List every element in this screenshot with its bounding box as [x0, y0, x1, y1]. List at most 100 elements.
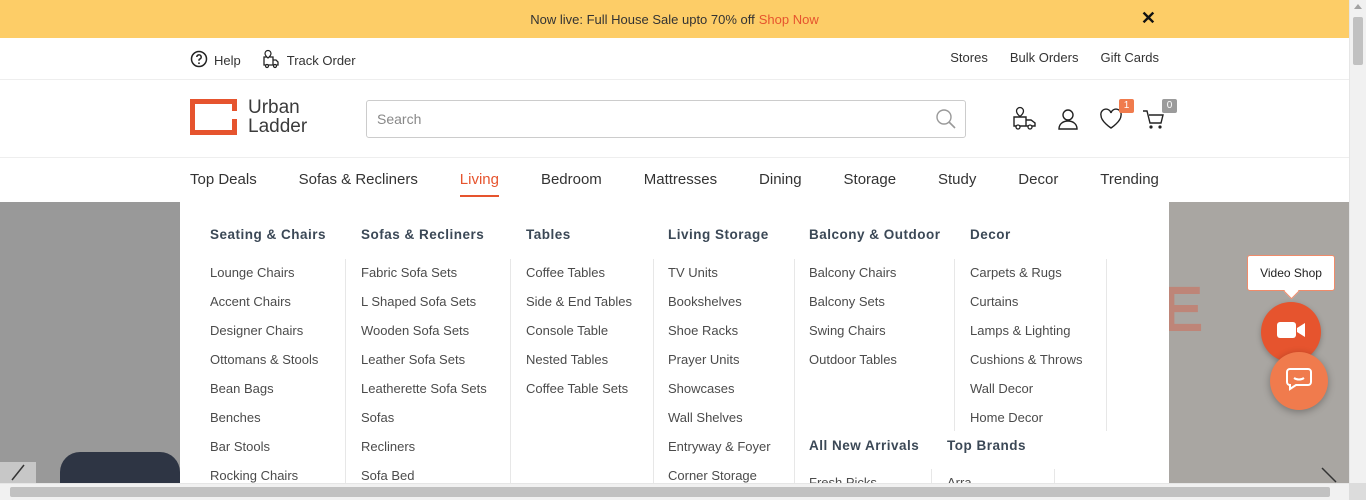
nav-decor[interactable]: Decor: [1018, 171, 1058, 197]
mega-link[interactable]: Arra: [947, 475, 972, 483]
site-header: Urban Ladder 1 0: [0, 80, 1349, 158]
urban-ladder-logo[interactable]: Urban Ladder: [190, 98, 307, 136]
chat-button[interactable]: [1270, 352, 1328, 410]
wishlist-count-badge: 1: [1119, 99, 1134, 113]
mega-link[interactable]: Cushions & Throws: [970, 352, 1082, 381]
shop-now-link[interactable]: Shop Now: [759, 12, 819, 27]
mega-link[interactable]: Entryway & Foyer: [668, 439, 771, 468]
user-icon[interactable]: [1055, 106, 1081, 132]
nav-dining[interactable]: Dining: [759, 171, 802, 197]
video-shop-tooltip[interactable]: Video Shop: [1247, 255, 1335, 291]
mega-link[interactable]: Wooden Sofa Sets: [361, 323, 487, 352]
search-input[interactable]: [367, 102, 907, 136]
mega-link[interactable]: L Shaped Sofa Sets: [361, 294, 487, 323]
mega-link[interactable]: Wall Shelves: [668, 410, 771, 439]
mega-link[interactable]: Rocking Chairs: [210, 468, 318, 483]
mega-heading-decor[interactable]: Decor: [970, 227, 1011, 242]
mega-link[interactable]: Ottomans & Stools: [210, 352, 318, 381]
chat-bubble-icon: [1286, 367, 1312, 396]
mega-link[interactable]: Showcases: [668, 381, 771, 410]
mega-link[interactable]: Swing Chairs: [809, 323, 897, 352]
nav-study[interactable]: Study: [938, 171, 976, 197]
mega-link[interactable]: Prayer Units: [668, 352, 771, 381]
mega-link[interactable]: Wall Decor: [970, 381, 1082, 410]
mega-divider: [510, 259, 511, 483]
mega-link[interactable]: Carpets & Rugs: [970, 265, 1082, 294]
track-order-icon: [261, 49, 281, 72]
mega-link[interactable]: Console Table: [526, 323, 632, 352]
mega-link[interactable]: Corner Storage: [668, 468, 771, 483]
mega-link[interactable]: Accent Chairs: [210, 294, 318, 323]
mega-divider: [794, 259, 795, 483]
nav-storage[interactable]: Storage: [844, 171, 897, 197]
carousel-prev-arrow-icon[interactable]: [0, 462, 36, 483]
mega-link[interactable]: Bookshelves: [668, 294, 771, 323]
mega-heading-tables[interactable]: Tables: [526, 227, 571, 242]
mega-link[interactable]: Nested Tables: [526, 352, 632, 381]
mega-heading-living-storage[interactable]: Living Storage: [668, 227, 769, 242]
logo-mark-icon: [190, 99, 238, 135]
utility-bar: Help Track Order Stores Bulk Orders Gift…: [0, 38, 1349, 80]
mega-divider: [1054, 469, 1055, 483]
mega-link[interactable]: Curtains: [970, 294, 1082, 323]
mega-link[interactable]: Leather Sofa Sets: [361, 352, 487, 381]
wishlist-heart-icon[interactable]: 1: [1098, 99, 1134, 132]
nav-bedroom[interactable]: Bedroom: [541, 171, 602, 197]
track-order-label: Track Order: [286, 53, 356, 68]
mega-link[interactable]: Bean Bags: [210, 381, 318, 410]
horizontal-scroll-thumb[interactable]: [10, 487, 1330, 497]
living-mega-menu: Seating & Chairs Lounge Chairs Accent Ch…: [180, 202, 1169, 483]
mega-heading-top-brands[interactable]: Top Brands: [947, 438, 1026, 453]
mega-link[interactable]: Balcony Chairs: [809, 265, 897, 294]
mega-divider: [931, 469, 932, 483]
nav-mattresses[interactable]: Mattresses: [644, 171, 717, 197]
help-icon: [190, 50, 208, 71]
delivery-truck-icon[interactable]: [1012, 106, 1038, 132]
mega-link[interactable]: Home Decor: [970, 410, 1082, 439]
help-link[interactable]: Help: [190, 50, 241, 71]
scroll-up-icon[interactable]: [1354, 4, 1362, 9]
mega-link[interactable]: Coffee Tables: [526, 265, 632, 294]
gift-cards-link[interactable]: Gift Cards: [1100, 50, 1159, 65]
stores-link[interactable]: Stores: [950, 50, 988, 65]
mega-divider: [345, 259, 346, 483]
mega-link[interactable]: Sofas: [361, 410, 487, 439]
mega-link[interactable]: Fresh Picks: [809, 475, 877, 483]
horizontal-scrollbar[interactable]: [0, 483, 1349, 500]
mega-link[interactable]: Sofa Bed: [361, 468, 487, 483]
mega-divider: [1106, 259, 1107, 431]
mega-link[interactable]: Lounge Chairs: [210, 265, 318, 294]
mega-heading-new-arrivals[interactable]: All New Arrivals: [809, 438, 919, 453]
mega-link[interactable]: Fabric Sofa Sets: [361, 265, 487, 294]
mega-heading-sofas[interactable]: Sofas & Recliners: [361, 227, 484, 242]
vertical-scroll-thumb[interactable]: [1353, 17, 1363, 65]
track-order-link[interactable]: Track Order: [261, 49, 356, 72]
mega-link[interactable]: Designer Chairs: [210, 323, 318, 352]
nav-sofas-recliners[interactable]: Sofas & Recliners: [299, 171, 418, 197]
mega-link[interactable]: Balcony Sets: [809, 294, 897, 323]
nav-living[interactable]: Living: [459, 171, 500, 197]
mega-link[interactable]: TV Units: [668, 265, 771, 294]
vertical-scrollbar[interactable]: [1349, 0, 1366, 500]
logo-line-2: Ladder: [248, 116, 308, 137]
nav-trending[interactable]: Trending: [1100, 171, 1159, 197]
mega-link[interactable]: Outdoor Tables: [809, 352, 897, 381]
mega-link[interactable]: Bar Stools: [210, 439, 318, 468]
close-icon[interactable]: ✕: [1141, 9, 1156, 27]
main-nav: Top Deals Sofas & Recliners Living Bedro…: [0, 158, 1349, 202]
mega-link[interactable]: Shoe Racks: [668, 323, 771, 352]
mega-link[interactable]: Benches: [210, 410, 318, 439]
bulk-orders-link[interactable]: Bulk Orders: [1010, 50, 1079, 65]
mega-link[interactable]: Recliners: [361, 439, 487, 468]
mega-heading-seating[interactable]: Seating & Chairs: [210, 227, 326, 242]
search-box: [366, 100, 966, 138]
search-icon[interactable]: [935, 108, 957, 135]
mega-link[interactable]: Lamps & Lighting: [970, 323, 1082, 352]
mega-link[interactable]: Coffee Table Sets: [526, 381, 632, 410]
carousel-next-arrow-icon[interactable]: [1312, 462, 1348, 483]
nav-top-deals[interactable]: Top Deals: [190, 171, 257, 197]
cart-icon[interactable]: 0: [1141, 99, 1177, 132]
mega-link[interactable]: Leatherette Sofa Sets: [361, 381, 487, 410]
mega-link[interactable]: Side & End Tables: [526, 294, 632, 323]
mega-heading-balcony-outdoor[interactable]: Balcony & Outdoor: [809, 227, 941, 242]
